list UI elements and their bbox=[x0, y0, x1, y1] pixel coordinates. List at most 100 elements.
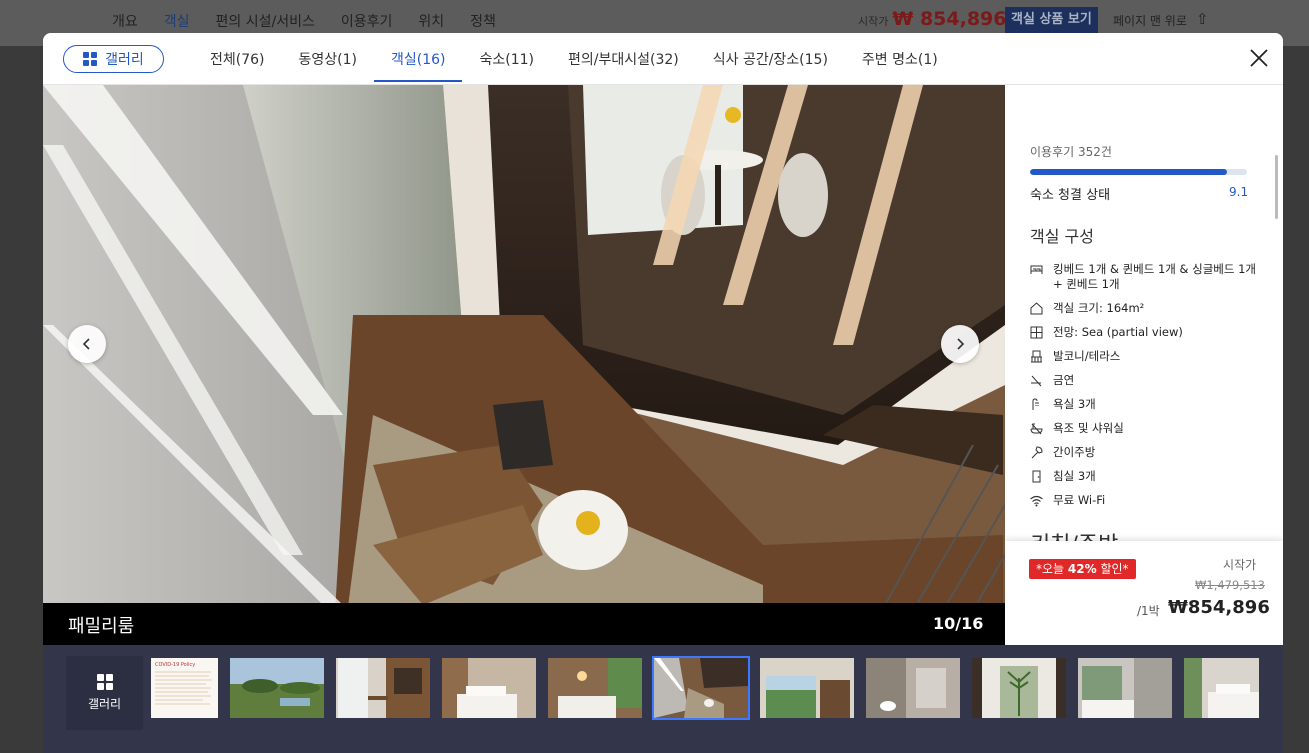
category-tabs: 전체(76) 동영상(1) 객실(16) 숙소(11) 편의/부대시설(32) … bbox=[193, 33, 955, 85]
amenity-beds: 킹베드 1개 & 퀸베드 1개 & 싱글베드 1개 + 퀸베드 1개 bbox=[1029, 262, 1259, 292]
thumbnail-policy-title: COVID-19 Policy bbox=[155, 662, 195, 668]
discount-percent: 42% bbox=[1067, 562, 1097, 576]
room-info-scroll[interactable]: 이용후기 352건 숙소 청결 상태 9.1 객실 구성 킹베드 1개 & 퀸베… bbox=[1005, 85, 1283, 541]
amenity-kitchenette: 간이주방 bbox=[1029, 445, 1259, 460]
tab-all[interactable]: 전체(76) bbox=[193, 33, 282, 85]
tab-attractions[interactable]: 주변 명소(1) bbox=[845, 33, 955, 85]
background-nav-items: 개요 객실 편의 시설/서비스 이용후기 위치 정책 bbox=[112, 11, 496, 31]
start-price-label: 시작가 bbox=[1223, 558, 1257, 572]
tab-video[interactable]: 동영상(1) bbox=[282, 33, 374, 85]
tab-facilities[interactable]: 편의/부대시설(32) bbox=[551, 33, 696, 85]
amenity-bathtub: 욕조 및 샤워실 bbox=[1029, 421, 1259, 436]
amenity-view: 전망: Sea (partial view) bbox=[1029, 325, 1259, 340]
gallery-button-label: 갤러리 bbox=[105, 52, 144, 68]
amenity-kitchenette-text: 간이주방 bbox=[1053, 445, 1096, 459]
room-photo bbox=[43, 85, 1005, 645]
original-price: ₩1,479,513 bbox=[1195, 578, 1265, 592]
wifi-icon bbox=[1030, 495, 1043, 507]
amenity-beds-text: 킹베드 1개 & 퀸베드 1개 & 싱글베드 1개 + 퀸베드 1개 bbox=[1053, 262, 1257, 291]
amenity-room-size-text: 객실 크기: 164m² bbox=[1053, 301, 1145, 315]
tab-rooms[interactable]: 객실(16) bbox=[373, 33, 463, 85]
nav-policy: 정책 bbox=[470, 14, 496, 30]
amenity-bathrooms-text: 욕실 3개 bbox=[1053, 397, 1096, 411]
grid-icon bbox=[83, 52, 98, 66]
window-view-icon bbox=[1030, 326, 1043, 339]
amenity-bathtub-text: 욕조 및 샤워실 bbox=[1053, 421, 1124, 435]
bedroom-lamp-thumb bbox=[548, 658, 642, 718]
policy-doc-thumb: COVID-19 Policy bbox=[151, 658, 218, 718]
background-price-value: ₩ 854,896 bbox=[892, 8, 1007, 30]
thumbnail-11[interactable] bbox=[1184, 658, 1259, 718]
next-photo-button[interactable] bbox=[941, 325, 979, 363]
nav-overview: 개요 bbox=[112, 14, 138, 30]
photo-caption-bar: 패밀리룸 10/16 bbox=[43, 603, 1005, 645]
gallery-button[interactable]: 갤러리 bbox=[63, 45, 164, 73]
photo-viewer: 패밀리룸 10/16 bbox=[43, 85, 1005, 645]
nav-location: 위치 bbox=[418, 14, 445, 30]
amenity-bedrooms: 침실 3개 bbox=[1029, 469, 1259, 484]
background-price: 시작가 ₩ 854,896 bbox=[858, 8, 1007, 30]
room-composition-title: 객실 구성 bbox=[1030, 227, 1094, 246]
panel-scrollbar[interactable] bbox=[1275, 155, 1278, 219]
window-view-thumb bbox=[760, 658, 854, 718]
tab-dining[interactable]: 식사 공간/장소(15) bbox=[696, 33, 845, 85]
kitchen-icon bbox=[1031, 446, 1043, 459]
amenity-no-smoking: 금연 bbox=[1029, 373, 1259, 388]
final-price: ₩854,896 bbox=[1168, 597, 1270, 618]
thumbnail-5[interactable] bbox=[548, 658, 642, 718]
nav-reviews: 이용후기 bbox=[340, 14, 393, 30]
thumbnail-10[interactable] bbox=[1078, 658, 1172, 718]
thumbnail-3[interactable] bbox=[336, 658, 430, 718]
bedroom-bright-thumb bbox=[1184, 658, 1259, 718]
thumbnail-gallery-label: 갤러리 bbox=[87, 697, 122, 711]
nav-facilities: 편의 시설/서비스 bbox=[215, 14, 315, 30]
arrow-up-icon: ⇧ bbox=[1196, 10, 1209, 28]
amenity-balcony-text: 발코니/테라스 bbox=[1053, 349, 1121, 363]
thumbnail-6[interactable] bbox=[652, 656, 750, 720]
chevron-right-icon bbox=[957, 338, 965, 350]
thumbnail-7[interactable] bbox=[760, 658, 854, 718]
amenity-view-text: 전망: Sea (partial view) bbox=[1053, 325, 1183, 339]
per-night-label: /1박 bbox=[1137, 604, 1160, 618]
thumbnail-9[interactable] bbox=[972, 658, 1066, 718]
discount-suffix: 할인* bbox=[1096, 562, 1129, 576]
living-room-loft-thumb bbox=[654, 658, 748, 718]
discount-badge: *오늘 42% 할인* bbox=[1029, 559, 1136, 579]
thumbnail-gallery-button[interactable]: 갤러리 bbox=[66, 656, 143, 730]
background-price-label: 시작가 bbox=[858, 15, 889, 28]
cleanliness-score: 9.1 bbox=[1229, 185, 1249, 199]
amenity-room-size: 객실 크기: 164m² bbox=[1029, 301, 1259, 316]
previous-photo-button[interactable] bbox=[68, 325, 106, 363]
thumbnail-2[interactable] bbox=[230, 658, 324, 718]
cleanliness-score-bar bbox=[1030, 169, 1247, 175]
bed-icon bbox=[1030, 265, 1043, 274]
bathtub-icon bbox=[1030, 423, 1043, 435]
review-count: 이용후기 352건 bbox=[1030, 145, 1112, 159]
thumbnail-4[interactable] bbox=[442, 658, 536, 718]
amenity-balcony: 발코니/테라스 bbox=[1029, 349, 1259, 364]
background-to-top-link: 페이지 맨 위로 bbox=[1113, 14, 1187, 28]
photo-counter: 10/16 bbox=[933, 614, 984, 633]
no-smoking-icon bbox=[1031, 375, 1042, 387]
bathtub-window-thumb bbox=[1078, 658, 1172, 718]
amenity-bathrooms: 욕실 3개 bbox=[1029, 397, 1259, 412]
thumbnail-strip: 갤러리 COVID-19 Policy bbox=[43, 645, 1283, 753]
cleanliness-label: 숙소 청결 상태 bbox=[1030, 188, 1111, 203]
tab-property[interactable]: 숙소(11) bbox=[462, 33, 551, 85]
background-view-rooms-button: 객실 상품 보기 bbox=[1005, 7, 1098, 33]
house-icon bbox=[1030, 302, 1043, 315]
amenity-wifi-text: 무료 Wi-Fi bbox=[1053, 493, 1106, 507]
courtyard-thumb bbox=[972, 658, 1066, 718]
room-name: 패밀리룸 bbox=[68, 616, 135, 637]
shower-icon bbox=[1032, 398, 1039, 410]
amenity-bedrooms-text: 침실 3개 bbox=[1053, 469, 1096, 483]
price-box: *오늘 42% 할인* 시작가 ₩1,479,513 /1박 ₩854,896 bbox=[1005, 541, 1283, 645]
thumbnail-8[interactable] bbox=[866, 658, 960, 718]
door-icon bbox=[1032, 470, 1041, 483]
balcony-icon bbox=[1031, 350, 1042, 363]
close-icon[interactable] bbox=[1248, 47, 1270, 69]
thumbnail-1[interactable]: COVID-19 Policy bbox=[151, 658, 218, 718]
bedroom-thumb bbox=[442, 658, 536, 718]
amenity-wifi: 무료 Wi-Fi bbox=[1029, 493, 1259, 508]
nav-rooms: 객실 bbox=[163, 14, 190, 30]
